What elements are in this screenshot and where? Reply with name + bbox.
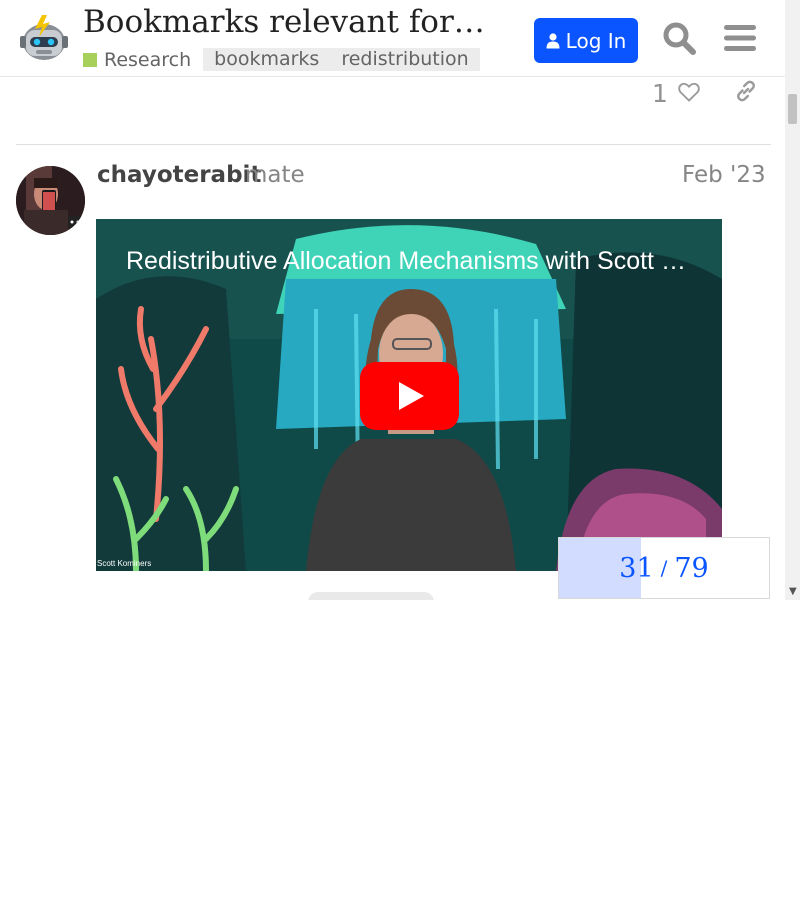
page-viewport: Bookmarks relevant for redistribution Re… [0, 0, 800, 600]
timeline-progress-text: 31 / 79 [559, 538, 769, 598]
scroll-down-arrow-icon[interactable]: ▼ [789, 586, 797, 597]
previous-post-actions: 1 [0, 76, 785, 116]
page-scrollbar[interactable]: ▼ [785, 0, 800, 600]
link-icon[interactable] [735, 80, 757, 102]
user-icon [546, 32, 560, 48]
timeline-progress[interactable]: 31 / 79 [558, 537, 770, 599]
timeline-current: 31 [619, 552, 654, 584]
avatar-image [16, 166, 85, 235]
timeline-separator: / [660, 556, 668, 580]
video-title[interactable]: Redistributive Allocation Mechanisms wit… [126, 247, 696, 276]
video-credit: Scott Kominers [97, 559, 152, 568]
timeline-total: 79 [674, 552, 709, 584]
like-count[interactable]: 1 [652, 79, 668, 108]
login-button[interactable]: Log In [534, 18, 638, 63]
post-date[interactable]: Feb '23 [682, 162, 766, 188]
hamburger-menu-icon[interactable] [722, 20, 758, 56]
post-user-title: mate [245, 162, 305, 188]
post-username[interactable]: chayoterabit [97, 162, 261, 188]
tag-link[interactable]: bookmarks [203, 48, 331, 71]
scrollbar-thumb[interactable] [788, 94, 797, 124]
site-logo-icon[interactable] [20, 12, 68, 62]
heart-icon[interactable] [678, 82, 700, 102]
avatar[interactable] [16, 166, 85, 235]
topic-title[interactable]: Bookmarks relevant for redistribution [83, 4, 493, 40]
search-icon[interactable] [661, 20, 697, 56]
tag-link[interactable]: redistribution [330, 48, 480, 71]
video-embed[interactable]: Redistributive Allocation Mechanisms wit… [96, 219, 722, 571]
youtube-play-icon[interactable] [360, 362, 459, 430]
category-swatch [83, 52, 97, 67]
post-divider [16, 144, 771, 145]
post-controls-pill[interactable] [308, 592, 434, 600]
login-label: Log In [565, 28, 627, 53]
category-link[interactable]: Research [104, 49, 191, 71]
site-header: Bookmarks relevant for redistribution Re… [0, 0, 785, 77]
topic-meta: Research bookmarks redistribution [83, 48, 480, 71]
